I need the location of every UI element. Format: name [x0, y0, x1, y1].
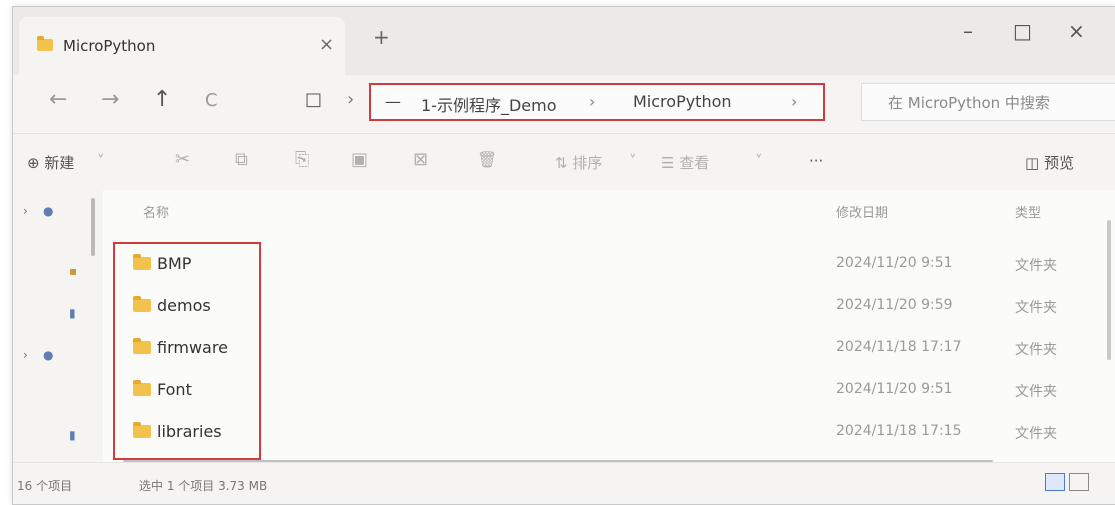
- view-button[interactable]: ☰ 查看: [661, 152, 709, 173]
- selection-info: 选中 1 个项目 3.73 MB: [139, 479, 268, 493]
- share-icon[interactable]: ⊠: [413, 149, 428, 170]
- file-type: 文件夹: [1015, 342, 1057, 358]
- scrollbar[interactable]: [91, 198, 95, 256]
- copy-icon[interactable]: ⧉: [235, 149, 248, 170]
- breadcrumb-micropython[interactable]: MicroPython: [633, 92, 732, 111]
- highlight-box: [113, 242, 261, 460]
- new-tab-button[interactable]: +: [373, 25, 390, 49]
- nav-item-icon[interactable]: ▮: [69, 428, 76, 442]
- file-type: 文件夹: [1015, 300, 1057, 316]
- file-date: 2024/11/20 9:51: [836, 255, 953, 271]
- sort-button[interactable]: ⇅ 排序: [555, 152, 602, 173]
- delete-icon[interactable]: 🗑: [477, 150, 497, 169]
- tab-micropython[interactable]: MicroPython ×: [19, 17, 345, 75]
- nav-item-icon[interactable]: ▮: [69, 306, 76, 320]
- tab-close-icon[interactable]: ×: [319, 34, 334, 55]
- file-list: 名称 修改日期 类型 BMP 2024/11/20 9:51 文件夹 demos…: [103, 190, 1115, 463]
- chevron-down-icon[interactable]: ˅: [755, 152, 763, 170]
- nav-item-icon[interactable]: ●: [43, 348, 53, 362]
- maximize-button[interactable]: □: [1013, 19, 1032, 43]
- breadcrumb-chevron-icon[interactable]: ›: [347, 89, 354, 110]
- column-header-modified[interactable]: 修改日期: [836, 202, 888, 221]
- refresh-button[interactable]: C: [205, 90, 218, 111]
- chevron-down-icon[interactable]: ˅: [97, 152, 105, 170]
- file-type: 文件夹: [1015, 426, 1057, 442]
- nav-item-icon[interactable]: ●: [43, 204, 53, 218]
- status-bar: 16 个项目 选中 1 个项目 3.73 MB: [13, 462, 1115, 504]
- search-input[interactable]: 在 MicroPython 中搜索: [861, 83, 1115, 121]
- details-view-button[interactable]: [1045, 473, 1065, 491]
- title-bar: MicroPython × + – □ ×: [13, 7, 1115, 75]
- breadcrumb-arrow-icon[interactable]: ›: [589, 92, 595, 111]
- close-button[interactable]: ×: [1068, 19, 1085, 43]
- tiles-view-button[interactable]: [1069, 473, 1089, 491]
- paste-icon[interactable]: ⎘: [295, 149, 309, 170]
- breadcrumb-arrow-icon[interactable]: ›: [791, 92, 797, 111]
- file-date: 2024/11/18 17:15: [836, 423, 962, 439]
- up-button[interactable]: ↑: [153, 87, 171, 112]
- breadcrumb-demo[interactable]: 1-示例程序_Demo: [421, 92, 557, 116]
- forward-button[interactable]: →: [101, 87, 119, 112]
- file-date: 2024/11/18 17:17: [836, 339, 962, 355]
- new-button[interactable]: ⊕ 新建: [27, 152, 74, 173]
- more-options-button[interactable]: ···: [809, 152, 823, 170]
- tab-title: MicroPython: [63, 37, 156, 55]
- navigation-bar: ← → ↑ C □ › — 1-示例程序_Demo › MicroPython …: [13, 75, 1115, 133]
- minimize-button[interactable]: –: [963, 19, 973, 43]
- preview-button[interactable]: ◫ 预览: [1025, 152, 1074, 173]
- file-date: 2024/11/20 9:51: [836, 381, 953, 397]
- vertical-scrollbar[interactable]: [1107, 220, 1111, 360]
- search-placeholder: 在 MicroPython 中搜索: [888, 94, 1050, 112]
- breadcrumb-root-separator: —: [385, 92, 401, 111]
- expand-chevron-icon[interactable]: ›: [23, 204, 28, 218]
- nav-item-icon[interactable]: ▪: [69, 264, 77, 278]
- file-type: 文件夹: [1015, 384, 1057, 400]
- column-header-name[interactable]: 名称: [143, 202, 169, 221]
- item-count: 16 个项目: [17, 479, 73, 493]
- expand-chevron-icon[interactable]: ›: [23, 348, 28, 362]
- chevron-down-icon[interactable]: ˅: [629, 152, 637, 170]
- back-button[interactable]: ←: [49, 87, 67, 112]
- file-date: 2024/11/20 9:59: [836, 297, 953, 313]
- cut-icon[interactable]: ✂: [175, 149, 190, 170]
- address-bar[interactable]: — 1-示例程序_Demo › MicroPython ›: [369, 83, 825, 121]
- command-bar: ⊕ 新建 ˅ ✂ ⧉ ⎘ ▣ ⊠ 🗑 ⇅ 排序 ˅ ☰ 查看 ˅ ··· ◫ 预…: [13, 133, 1115, 191]
- column-header-type[interactable]: 类型: [1015, 202, 1041, 221]
- rename-icon[interactable]: ▣: [351, 149, 368, 170]
- folder-icon: [37, 36, 53, 51]
- file-explorer-window: MicroPython × + – □ × ← → ↑ C □ › — 1-示例…: [12, 6, 1115, 505]
- navigation-pane: › ● ▪ ▮ › ● ▮: [13, 190, 103, 462]
- file-type: 文件夹: [1015, 258, 1057, 274]
- this-pc-icon[interactable]: □: [305, 89, 322, 110]
